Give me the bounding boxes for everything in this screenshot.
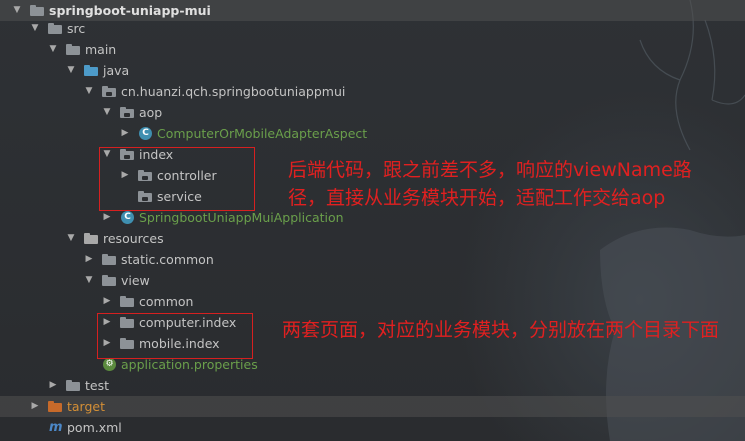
tree-item-label: src xyxy=(67,21,86,36)
tree-item-resources[interactable]: ▼ resources xyxy=(0,228,745,249)
tree-item-label: common xyxy=(139,294,194,309)
folder-icon xyxy=(102,274,116,287)
tree-item-label: view xyxy=(121,273,150,288)
tree-item-main[interactable]: ▼ main xyxy=(0,39,745,60)
tree-item-label: pom.xml xyxy=(67,420,122,435)
tree-item-aspect-class[interactable]: ▶ C ComputerOrMobileAdapterAspect xyxy=(0,123,745,144)
expand-arrow-icon[interactable]: ▼ xyxy=(66,228,76,249)
tree-item-label: resources xyxy=(103,231,164,246)
expand-arrow-icon[interactable]: ▼ xyxy=(48,39,58,60)
collapse-arrow-icon[interactable]: ▶ xyxy=(84,249,94,270)
package-icon xyxy=(102,85,116,98)
package-icon xyxy=(120,106,134,119)
excluded-folder-icon xyxy=(48,400,62,413)
expand-arrow-icon[interactable]: ▼ xyxy=(84,270,94,291)
highlight-box-views xyxy=(97,313,253,359)
maven-icon: m xyxy=(49,420,63,435)
resources-folder-icon xyxy=(84,232,98,245)
folder-icon xyxy=(30,4,44,17)
tree-item-aop[interactable]: ▼ aop xyxy=(0,102,745,123)
tree-item-label: static.common xyxy=(121,252,214,267)
tree-item-label: aop xyxy=(139,105,163,120)
tree-item-view[interactable]: ▼ view xyxy=(0,270,745,291)
expand-arrow-icon[interactable]: ▼ xyxy=(30,18,40,39)
expand-arrow-icon[interactable]: ▼ xyxy=(102,102,112,123)
tree-item-target[interactable]: ▶ target xyxy=(0,396,745,417)
tree-item-static-common[interactable]: ▶ static.common xyxy=(0,249,745,270)
expand-arrow-icon[interactable]: ▼ xyxy=(84,81,94,102)
collapse-arrow-icon[interactable]: ▶ xyxy=(120,123,130,144)
folder-icon xyxy=(66,43,80,56)
tree-item-label: cn.huanzi.qch.springbootuniappmui xyxy=(121,84,346,99)
source-folder-icon xyxy=(84,64,98,77)
collapse-arrow-icon[interactable]: ▶ xyxy=(30,396,40,417)
collapse-arrow-icon[interactable]: ▶ xyxy=(48,375,58,396)
spring-class-icon: C xyxy=(121,211,135,224)
annotation-frontend: 两套页面，对应的业务模块，分别放在两个目录下面 xyxy=(282,319,720,341)
highlight-box-index xyxy=(99,147,255,211)
folder-icon xyxy=(48,22,62,35)
tree-item-test[interactable]: ▶ test xyxy=(0,375,745,396)
tree-item-label: target xyxy=(67,399,106,414)
tree-item-java[interactable]: ▼ java xyxy=(0,60,745,81)
tree-item-label: java xyxy=(103,63,130,78)
expand-arrow-icon[interactable]: ▼ xyxy=(66,60,76,81)
tree-item-common[interactable]: ▶ common xyxy=(0,291,745,312)
collapse-arrow-icon[interactable]: ▶ xyxy=(102,291,112,312)
folder-icon xyxy=(66,379,80,392)
properties-file-icon: ⚙ xyxy=(103,358,117,371)
class-icon: C xyxy=(139,127,153,140)
tree-item-label: main xyxy=(85,42,117,57)
folder-icon xyxy=(120,295,134,308)
tree-item-label: ComputerOrMobileAdapterAspect xyxy=(157,126,368,141)
tree-item-label: test xyxy=(85,378,110,393)
tree-item-package[interactable]: ▼ cn.huanzi.qch.springbootuniappmui xyxy=(0,81,745,102)
tree-item-pom[interactable]: m pom.xml xyxy=(0,417,745,438)
annotation-backend: 后端代码，跟之前差不多，响应的viewName路径，直接从业务模块开始，适配工作… xyxy=(288,159,692,209)
folder-icon xyxy=(102,253,116,266)
tree-item-src[interactable]: ▼ src xyxy=(0,18,745,39)
